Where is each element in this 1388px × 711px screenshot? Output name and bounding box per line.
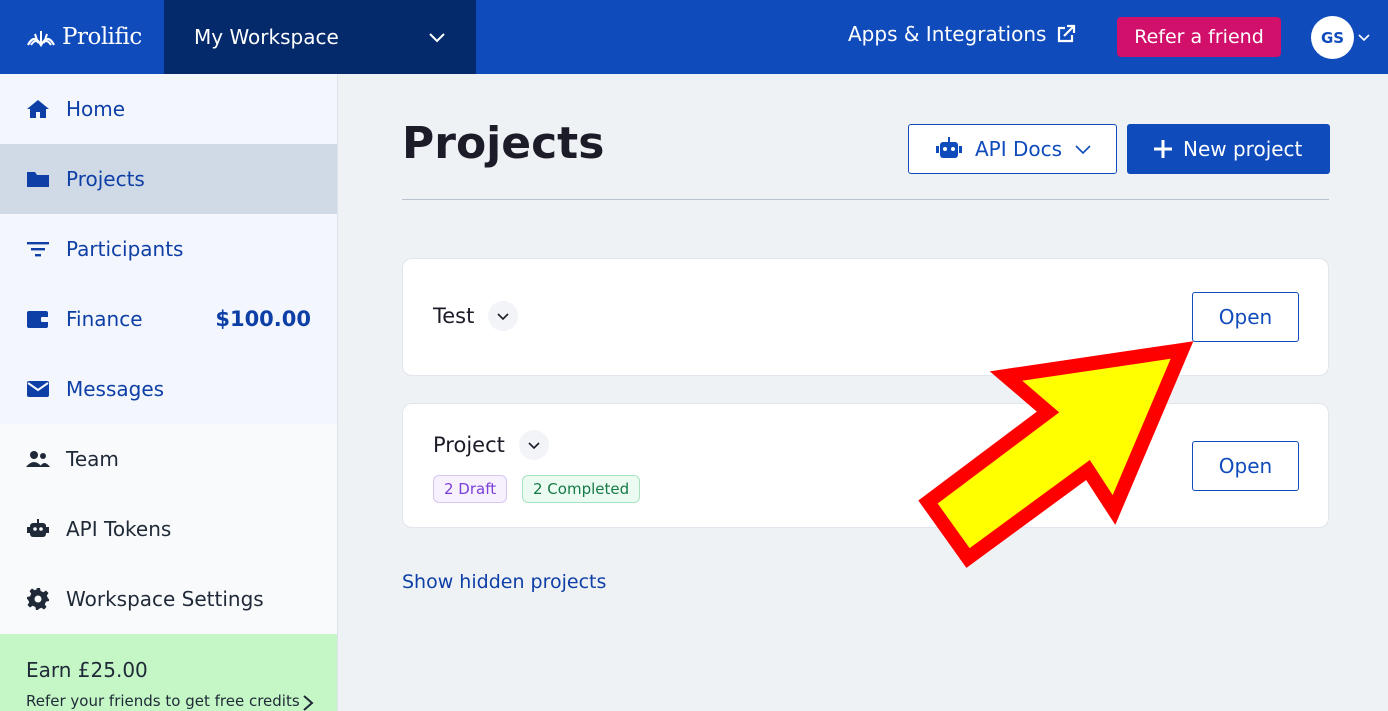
plus-icon (1154, 140, 1172, 158)
earn-referral-banner[interactable]: Earn £25.00 Refer your friends to get fr… (0, 634, 337, 711)
brand-name: Prolific (62, 24, 142, 50)
users-icon (26, 451, 50, 467)
expand-project-toggle[interactable] (488, 301, 519, 331)
project-title: Project (433, 430, 549, 460)
header-divider (402, 199, 1329, 200)
external-link-icon (1058, 24, 1076, 43)
envelope-icon (27, 381, 49, 397)
apps-integrations-link[interactable]: Apps & Integrations (848, 22, 1076, 46)
apps-integrations-label: Apps & Integrations (848, 22, 1047, 46)
prolific-logo-icon (27, 31, 55, 48)
top-bar: Prolific My Workspace Apps & Integration… (0, 0, 1388, 74)
sidebar-item-api-tokens[interactable]: API Tokens (0, 494, 337, 564)
wallet-icon (27, 311, 49, 328)
show-hidden-projects-link[interactable]: Show hidden projects (402, 571, 606, 593)
earn-title: Earn £25.00 (26, 658, 148, 682)
sidebar-item-label: Finance (66, 307, 143, 331)
gear-icon (27, 588, 49, 610)
sidebar-item-finance[interactable]: Finance $100.00 (0, 284, 337, 354)
chevron-down-icon (528, 442, 540, 450)
completed-status-badge: 2 Completed (522, 475, 641, 503)
workspace-selector[interactable]: My Workspace (164, 0, 476, 74)
page-title: Projects (402, 118, 605, 169)
filter-icon (27, 242, 49, 257)
chevron-down-icon (1075, 145, 1091, 155)
sidebar-item-label: Messages (66, 377, 165, 401)
sidebar-item-projects[interactable]: Projects (0, 144, 337, 214)
folder-icon (27, 172, 49, 187)
robot-icon (936, 137, 962, 158)
sidebar-item-label: Home (66, 97, 126, 121)
sidebar-item-label: Participants (66, 237, 184, 261)
api-docs-label: API Docs (975, 137, 1063, 161)
sidebar-item-participants[interactable]: Participants (0, 214, 337, 284)
avatar[interactable]: GS (1311, 16, 1354, 59)
project-name: Project (433, 433, 505, 457)
earn-subtitle: Refer your friends to get free credits (26, 692, 300, 710)
sidebar-item-label: API Tokens (66, 517, 172, 541)
chevron-down-icon (497, 313, 509, 321)
new-project-label: New project (1183, 137, 1303, 161)
chevron-down-icon[interactable] (1358, 31, 1370, 43)
finance-balance: $100.00 (215, 307, 311, 331)
robot-icon (27, 519, 49, 537)
refer-friend-button[interactable]: Refer a friend (1117, 17, 1281, 57)
annotation-arrow-icon (918, 341, 1194, 568)
sidebar-item-label: Team (66, 447, 119, 471)
chevron-down-icon (429, 33, 445, 43)
sidebar-item-label: Projects (66, 167, 145, 191)
api-docs-button[interactable]: API Docs (908, 124, 1117, 174)
sidebar: Home Projects Participants Finance $100.… (0, 74, 338, 711)
draft-status-badge: 2 Draft (433, 475, 508, 503)
workspace-name: My Workspace (194, 25, 339, 49)
new-project-button[interactable]: New project (1127, 124, 1330, 174)
home-icon (27, 100, 49, 118)
sidebar-item-messages[interactable]: Messages (0, 354, 337, 424)
sidebar-item-home[interactable]: Home (0, 74, 337, 144)
project-name: Test (433, 304, 475, 328)
sidebar-item-team[interactable]: Team (0, 424, 337, 494)
chevron-right-icon (303, 695, 314, 711)
sidebar-item-workspace-settings[interactable]: Workspace Settings (0, 564, 337, 634)
expand-project-toggle[interactable] (518, 430, 549, 460)
sidebar-item-label: Workspace Settings (66, 587, 264, 611)
project-title: Test (433, 301, 519, 331)
prolific-logo[interactable]: Prolific (26, 22, 142, 52)
